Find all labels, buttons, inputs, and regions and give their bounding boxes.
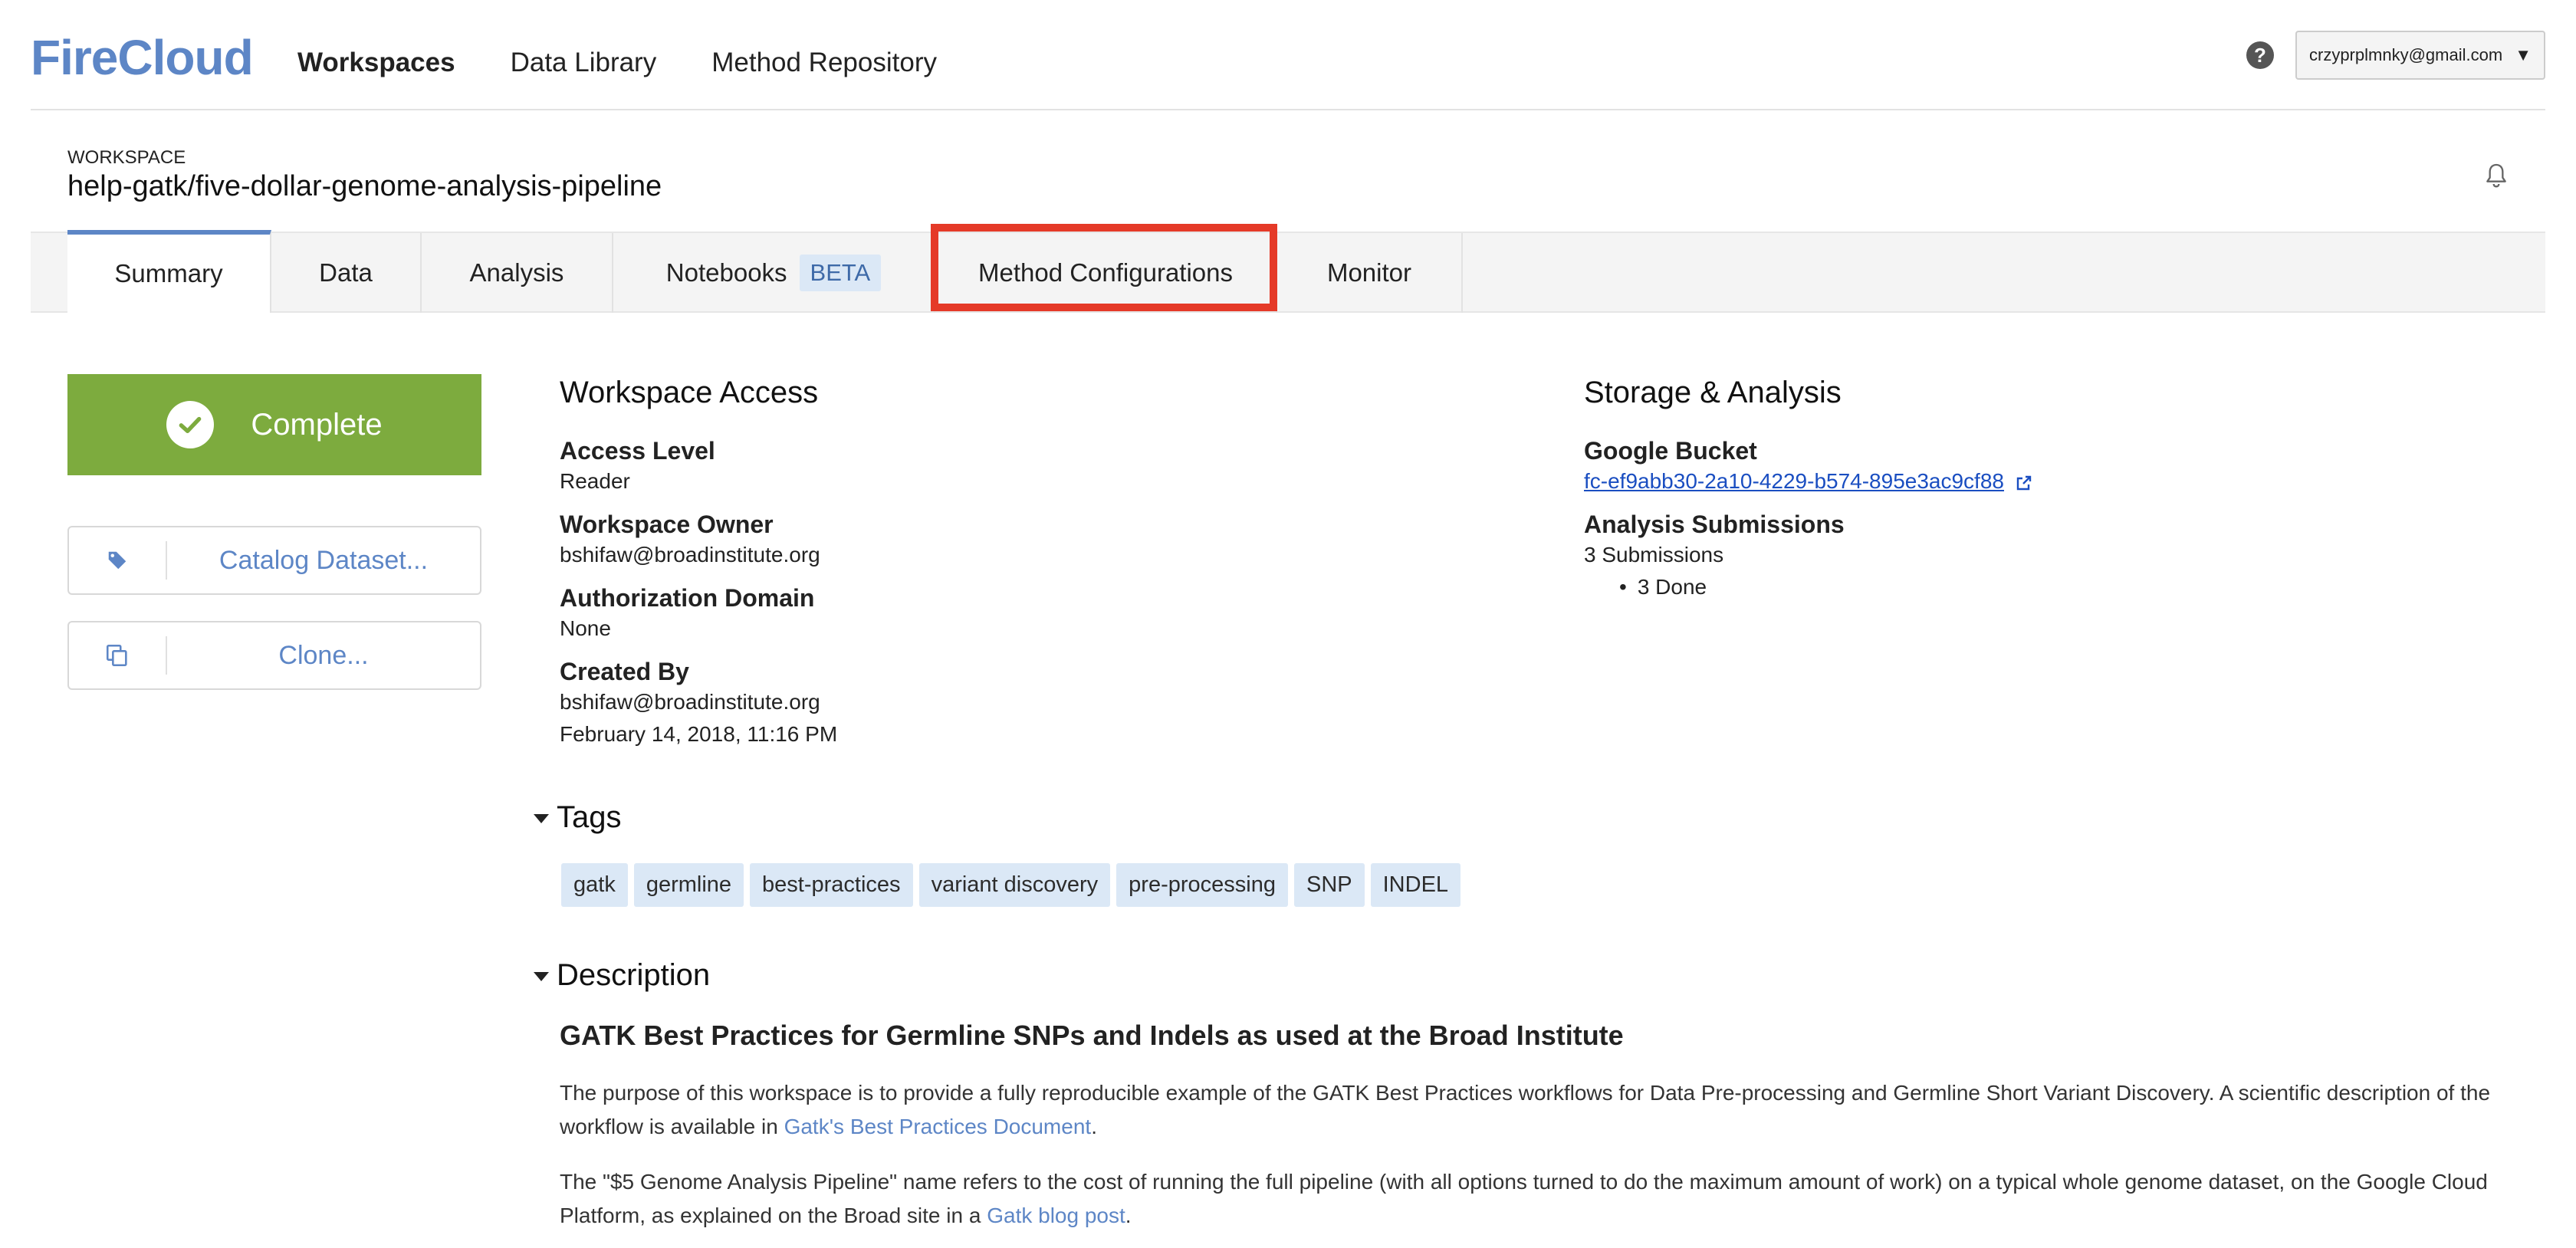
created-by-label: Created By [560, 658, 689, 685]
description-paragraph-1: The purpose of this workspace is to prov… [560, 1076, 2492, 1144]
main-nav: Workspaces Data Library Method Repositor… [297, 48, 992, 78]
workspace-access-title: Workspace Access [560, 376, 819, 409]
tag-item: gatk [561, 863, 628, 907]
tag-item: INDEL [1370, 863, 1461, 907]
notification-bell-icon[interactable] [2481, 161, 2512, 192]
google-bucket-link[interactable]: fc-ef9abb30-2a10-4229-b574-895e3ac9cf88 [1584, 469, 2004, 493]
tag-icon [108, 551, 127, 570]
tab-monitor-label: Monitor [1326, 258, 1412, 287]
tags-section-toggle[interactable]: Tags [534, 800, 622, 835]
workspace-status-complete: Complete [67, 374, 481, 475]
submissions-done-item: • 3 Done [1619, 575, 1707, 599]
tag-item: germline [633, 863, 744, 907]
help-icon[interactable]: ? [2246, 41, 2274, 69]
dropdown-caret-icon: ▼ [2515, 45, 2532, 64]
description-heading: GATK Best Practices for Germline SNPs an… [560, 1020, 1624, 1051]
tag-item: best-practices [750, 863, 913, 907]
firecloud-logo[interactable]: FireCloud [31, 29, 254, 86]
para2-end: . [1125, 1204, 1132, 1227]
description-title: Description [557, 958, 711, 992]
tag-item: variant discovery [918, 863, 1111, 907]
status-label: Complete [251, 407, 383, 442]
workspace-name: help-gatk/five-dollar-genome-analysis-pi… [67, 170, 662, 202]
tab-summary[interactable]: Summary [67, 230, 271, 313]
clone-label: Clone... [278, 640, 369, 670]
nav-method-repository[interactable]: Method Repository [711, 48, 937, 78]
catalog-dataset-button[interactable]: Catalog Dataset... [67, 526, 481, 595]
access-level-label: Access Level [560, 437, 715, 465]
workspace-owner-label: Workspace Owner [560, 511, 774, 538]
google-bucket-label: Google Bucket [1584, 437, 1757, 465]
tag-list: gatk germline best-practices variant dis… [561, 863, 1461, 907]
nav-workspaces[interactable]: Workspaces [297, 48, 455, 78]
gatk-blog-post-link[interactable]: Gatk blog post [987, 1204, 1125, 1227]
tab-method-configurations[interactable]: Method Configurations [935, 233, 1277, 313]
workspace-owner-value: bshifaw@broadinstitute.org [560, 543, 820, 567]
catalog-dataset-label: Catalog Dataset... [219, 545, 429, 575]
workspace-label: WORKSPACE [67, 147, 186, 168]
external-link-icon[interactable] [2015, 474, 2033, 492]
best-practices-link[interactable]: Gatk's Best Practices Document [784, 1115, 1092, 1138]
tab-method-configurations-label: Method Configurations [978, 258, 1234, 287]
user-account-menu[interactable]: crzyprplmnky@gmail.com ▼ [2295, 31, 2545, 80]
workspace-tab-bar: Summary Data Analysis Notebooks BETA Met… [31, 230, 2545, 313]
submissions-count: 3 Submissions [1584, 543, 1724, 567]
storage-analysis-title: Storage & Analysis [1584, 376, 1842, 409]
authorization-domain-value: None [560, 616, 611, 640]
tag-item: SNP [1293, 863, 1365, 907]
para2-text: The "$5 Genome Analysis Pipeline" name r… [560, 1170, 2488, 1227]
authorization-domain-label: Authorization Domain [560, 584, 815, 612]
header-divider [31, 109, 2545, 110]
tab-analysis[interactable]: Analysis [422, 233, 613, 313]
user-email: crzyprplmnky@gmail.com [2309, 45, 2503, 64]
access-level-value: Reader [560, 469, 630, 493]
beta-badge: BETA [799, 255, 882, 291]
collapse-triangle-icon [534, 972, 549, 982]
para1-end: . [1091, 1115, 1097, 1138]
tab-notebooks[interactable]: Notebooks BETA [613, 233, 935, 313]
created-by-value: bshifaw@broadinstitute.org [560, 690, 820, 714]
tab-monitor[interactable]: Monitor [1277, 233, 1463, 313]
tab-analysis-label: Analysis [469, 258, 564, 287]
clone-button[interactable]: Clone... [67, 621, 481, 690]
tags-title: Tags [557, 800, 622, 834]
nav-data-library[interactable]: Data Library [511, 48, 657, 78]
collapse-triangle-icon [534, 814, 549, 824]
top-header: FireCloud Workspaces Data Library Method… [0, 0, 2576, 110]
tab-data[interactable]: Data [271, 233, 422, 313]
checkmark-icon [166, 401, 215, 448]
analysis-submissions-label: Analysis Submissions [1584, 511, 1845, 538]
google-bucket-row: fc-ef9abb30-2a10-4229-b574-895e3ac9cf88 [1584, 469, 2033, 494]
tab-summary-label: Summary [114, 259, 223, 287]
created-date: February 14, 2018, 11:16 PM [560, 722, 838, 746]
copy-icon [106, 644, 127, 667]
submissions-done-label: 3 Done [1637, 575, 1707, 599]
description-paragraph-2: The "$5 Genome Analysis Pipeline" name r… [560, 1165, 2492, 1233]
tab-data-label: Data [319, 258, 373, 287]
tag-item: pre-processing [1116, 863, 1288, 907]
description-section-toggle[interactable]: Description [534, 958, 710, 993]
tab-notebooks-label: Notebooks [665, 258, 787, 287]
